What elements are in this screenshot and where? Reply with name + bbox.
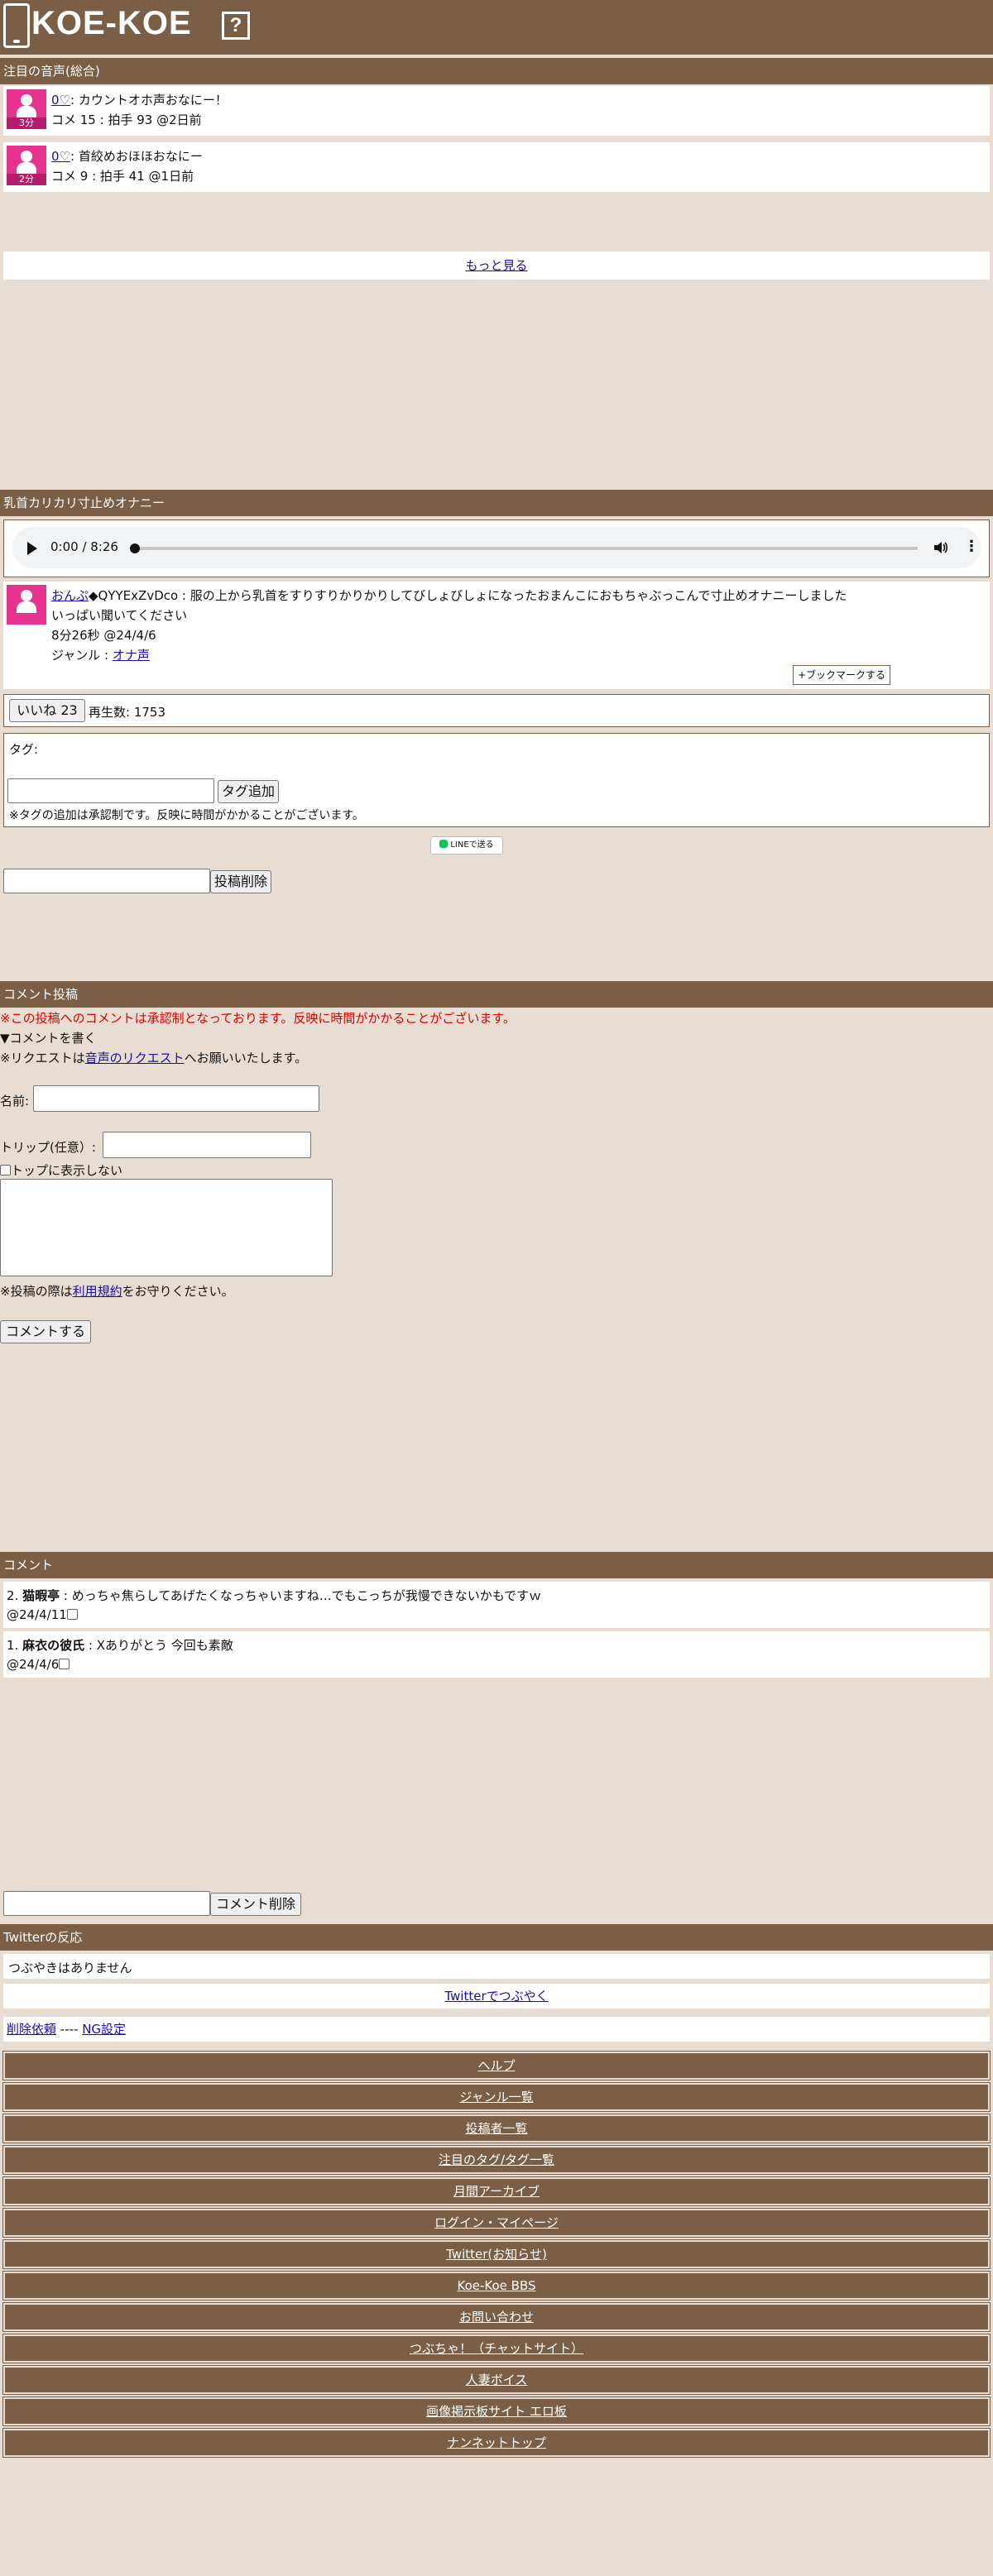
more-options-icon[interactable]: ⋮ — [964, 539, 979, 555]
nav-nannet-top[interactable]: ナンネットトップ — [2, 2428, 991, 2458]
tweet-row: Twitterでつぶやく — [3, 1984, 990, 2009]
tag-note: ※タグの追加は承認制です。反映に時間がかかることがございます。 — [9, 809, 364, 822]
line-icon — [439, 840, 449, 848]
post-description: ◆QYYExZvDco : 服の上から乳首をすりすりかりかりしてびしょびしょにな… — [89, 588, 847, 603]
line-share-label: LINEで送る — [450, 840, 494, 850]
phone-icon[interactable] — [3, 3, 30, 48]
nav-image-board[interactable]: 画像掲示板サイト エロ板 — [2, 2396, 991, 2426]
comment-delete-key-input[interactable] — [3, 1891, 210, 1916]
avatar-icon — [21, 151, 32, 162]
site-logo[interactable]: KOE-KOE — [31, 5, 192, 42]
volume-icon[interactable] — [933, 540, 947, 555]
comment-text: : Xありがとう 今回も素敵 — [84, 1638, 233, 1653]
featured-item[interactable]: 2分 0♡: 首絞めおほほおなにー コメ 9 : 拍手 41 @1日前 — [3, 142, 990, 192]
duration-badge: 3分 — [7, 117, 46, 129]
featured-section-title: 注目の音声(総合) — [0, 58, 993, 84]
request-note: ※リクエストは音声のリクエストへお願いいたします。 — [0, 1051, 308, 1065]
comments-title: コメント — [0, 1552, 993, 1578]
avatar-icon — [21, 590, 32, 601]
delete-post-button[interactable]: 投稿削除 — [210, 870, 271, 893]
hide-top-label: トップに表示しない — [11, 1163, 123, 1178]
avatar-icon — [21, 94, 32, 106]
voice-thumbnail[interactable]: 2分 — [7, 146, 46, 185]
delete-comment-button[interactable]: コメント削除 — [210, 1893, 301, 1916]
commenter-name: 麻衣の彼氏 — [22, 1638, 85, 1653]
featured-title: : 首絞めおほほおなにー — [70, 149, 203, 164]
commenter-name: 猫暇亭 — [22, 1588, 60, 1603]
tag-box: タグ: タグ追加 ※タグの追加は承認制です。反映に時間がかかることがございます。 — [3, 733, 990, 827]
play-icon[interactable] — [27, 542, 37, 555]
delete-key-input[interactable] — [3, 869, 210, 893]
author-link[interactable]: おんぷ — [51, 588, 89, 603]
request-link[interactable]: 音声のリクエスト — [85, 1051, 185, 1065]
comment-warning: ※この投稿へのコメントは承認制となっております。反映に時間がかかることがございま… — [0, 1011, 516, 1026]
comment-checkbox[interactable] — [66, 1609, 78, 1620]
featured-stats: コメ 9 : 拍手 41 @1日前 — [51, 169, 194, 184]
trip-label: トリップ(任意）: — [0, 1140, 96, 1155]
nav-archive[interactable]: 月間アーカイブ — [2, 2176, 991, 2206]
line-share-button[interactable]: LINEで送る — [430, 836, 503, 855]
duration-badge: 2分 — [7, 174, 46, 185]
add-tag-button[interactable]: タグ追加 — [218, 780, 279, 803]
author-avatar[interactable] — [7, 585, 46, 625]
rules-note: ※投稿の際は利用規約をお守りください。 — [0, 1284, 234, 1299]
more-link-row[interactable]: もっと見る — [3, 251, 990, 280]
like-button[interactable]: いいね 23 — [9, 699, 85, 722]
twitter-empty: つぶやきはありません — [3, 1954, 990, 1979]
tag-input[interactable] — [7, 778, 214, 803]
nav-genres[interactable]: ジャンル一覧 — [2, 2082, 991, 2112]
nav-twitter[interactable]: Twitter(お知らせ) — [2, 2239, 991, 2269]
nav-chat[interactable]: つぶちゃ！（チャットサイト） — [2, 2334, 991, 2363]
bookmark-button[interactable]: +ブックマークする — [793, 665, 890, 685]
help-icon[interactable]: ? — [222, 12, 250, 40]
comment-form-title: コメント投稿 — [0, 981, 993, 1008]
post-desc: いっぱい聞いてください — [51, 608, 188, 623]
comment-text: : めっちゃ焦らしてあげたくなっちゃいますね…でもこっちが我慢できないかもですｗ — [60, 1588, 542, 1603]
genre-link[interactable]: オナ声 — [113, 648, 150, 663]
featured-item[interactable]: 3分 0♡: カウントオホ声おなにー！ コメ 15 : 拍手 93 @2日前 — [3, 86, 990, 136]
comment-date: @24/4/11 — [7, 1607, 67, 1622]
delete-request-link[interactable]: 削除依頼 — [7, 2022, 56, 2037]
heart-link[interactable]: 0♡ — [51, 93, 70, 108]
nav-help[interactable]: ヘルプ — [2, 2051, 991, 2080]
nav-hitozuma[interactable]: 人妻ボイス — [2, 2365, 991, 2395]
report-row: 削除依頼 ---- NG設定 — [3, 2017, 990, 2042]
comment-item: 1. 麻衣の彼氏 : Xありがとう 今回も素敵 @24/4/6 — [3, 1631, 990, 1678]
tweet-link[interactable]: Twitterでつぶやく — [444, 1989, 548, 2004]
name-input[interactable] — [33, 1085, 319, 1112]
name-label: 名前: — [0, 1094, 30, 1108]
audio-time: 0:00 / 8:26 — [50, 539, 118, 554]
comment-checkbox[interactable] — [59, 1659, 70, 1669]
twitter-title: Twitterの反応 — [0, 1924, 993, 1951]
comment-toggle[interactable]: ▼コメントを書く — [0, 1029, 97, 1046]
seek-handle[interactable] — [130, 543, 140, 553]
submit-comment-button[interactable]: コメントする — [0, 1320, 91, 1343]
hide-top-checkbox[interactable] — [0, 1165, 11, 1175]
nav-contact[interactable]: お問い合わせ — [2, 2302, 991, 2332]
nav-tags[interactable]: 注目のタグ/タグ一覧 — [2, 2145, 991, 2175]
genre-label: ジャンル : — [51, 648, 113, 663]
nav-posters[interactable]: 投稿者一覧 — [2, 2114, 991, 2143]
trip-input[interactable] — [103, 1132, 311, 1158]
comment-item: 2. 猫暇亭 : めっちゃ焦らしてあげたくなっちゃいますね…でもこっちが我慢でき… — [3, 1582, 990, 1628]
audio-player-frame: 0:00 / 8:26 ⋮ — [3, 520, 990, 577]
featured-title: : カウントオホ声おなにー！ — [70, 93, 228, 108]
comment-date: @24/4/6 — [7, 1657, 60, 1672]
play-count: 再生数: 1753 — [89, 705, 166, 720]
audio-player[interactable]: 0:00 / 8:26 ⋮ — [12, 527, 981, 568]
like-row: いいね 23 再生数: 1753 — [3, 694, 990, 727]
rules-link[interactable]: 利用規約 — [73, 1284, 122, 1299]
nav-bbs[interactable]: Koe-Koe BBS — [2, 2271, 991, 2301]
comment-textarea[interactable] — [0, 1179, 333, 1276]
tag-label: タグ: — [9, 742, 39, 757]
featured-stats: コメ 15 : 拍手 93 @2日前 — [51, 113, 202, 127]
ng-settings-link[interactable]: NG設定 — [82, 2022, 126, 2037]
post-meta: 8分26秒 @24/4/6 — [51, 628, 156, 643]
more-link[interactable]: もっと見る — [465, 258, 527, 273]
post-title: 乳首カリカリ寸止めオナニー — [0, 490, 993, 516]
audio-seek-bar[interactable] — [133, 547, 918, 550]
heart-link[interactable]: 0♡ — [51, 149, 70, 164]
nav-login[interactable]: ログイン・マイページ — [2, 2208, 991, 2238]
voice-thumbnail[interactable]: 3分 — [7, 89, 46, 129]
